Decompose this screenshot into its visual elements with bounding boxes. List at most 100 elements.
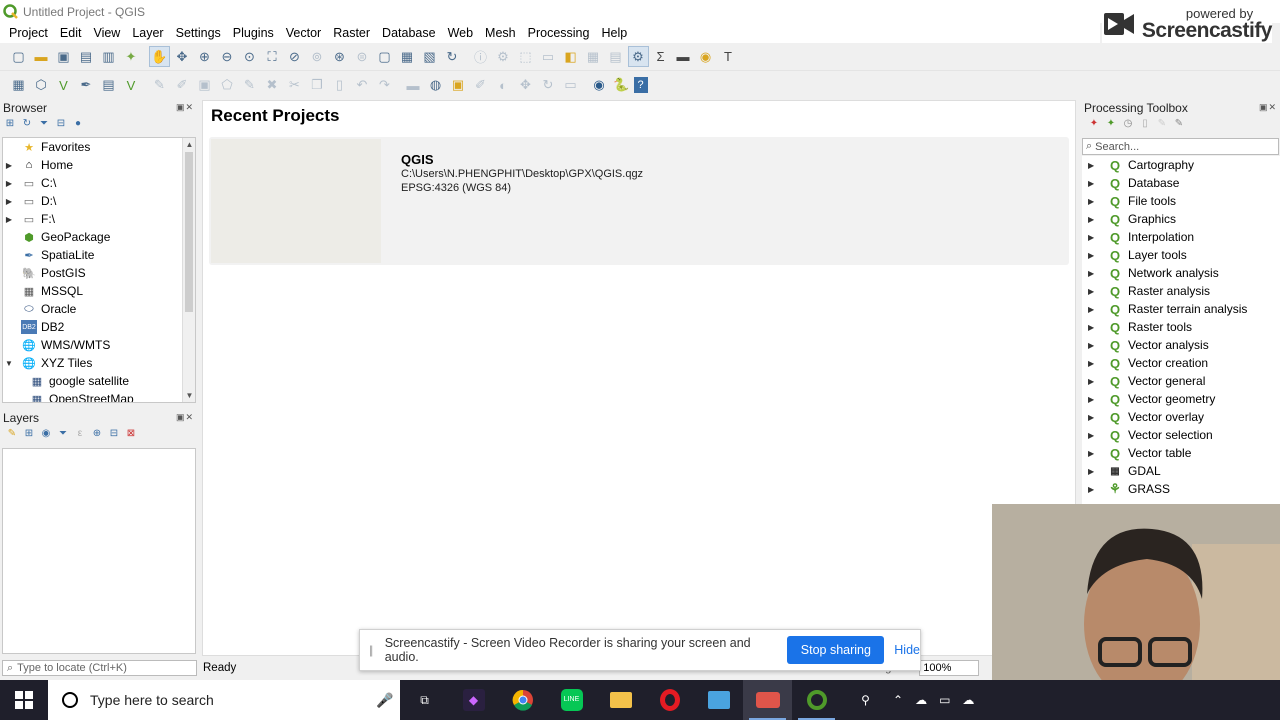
digitize-icon[interactable]: ⬠	[217, 75, 238, 96]
add-group-icon[interactable]: ⊞	[23, 428, 35, 440]
add-selected-layers-icon[interactable]: ⊞	[4, 118, 16, 130]
browser-item-wms-wmts[interactable]: 🌐WMS/WMTS	[3, 336, 195, 354]
filter-expression-icon[interactable]: ε	[74, 428, 86, 440]
new-shapefile-layer-icon[interactable]: V	[53, 75, 74, 96]
toolbox-item-grass[interactable]: ▶⚘GRASS	[1082, 480, 1280, 498]
file-explorer-icon[interactable]	[596, 680, 645, 720]
models-icon[interactable]: ✦	[1088, 118, 1100, 130]
browser-item-mssql[interactable]: ▦MSSQL	[3, 282, 195, 300]
browser-float-close-icon[interactable]: ▣✕	[176, 102, 194, 113]
remove-layer-icon[interactable]: ⊠	[125, 428, 137, 440]
new-virtual-layer-icon[interactable]: V	[121, 75, 142, 96]
new-map-view-icon[interactable]: ▢	[374, 46, 395, 67]
menu-view[interactable]: View	[87, 26, 126, 40]
browser-item-d-drive[interactable]: ▶▭D:\	[3, 192, 195, 210]
field-calculator-icon[interactable]: ▤	[605, 46, 626, 67]
style-manager-icon[interactable]: ✦	[121, 46, 142, 67]
remote-desktop-icon[interactable]	[694, 680, 743, 720]
menu-help[interactable]: Help	[595, 26, 633, 40]
data-source-manager-icon[interactable]: ▦	[8, 75, 29, 96]
refresh-browser-icon[interactable]: ↻	[21, 118, 33, 130]
microphone-icon[interactable]: 🎤	[370, 692, 400, 709]
browser-item-google-satellite[interactable]: ▦google satellite	[3, 372, 195, 390]
toolbox-item-raster-analysis[interactable]: ▶QRaster analysis	[1082, 282, 1280, 300]
toolbox-item-vector-selection[interactable]: ▶QVector selection	[1082, 426, 1280, 444]
toolbox-item-vector-analysis[interactable]: ▶QVector analysis	[1082, 336, 1280, 354]
change-label-icon[interactable]: ▭	[560, 75, 581, 96]
bookmark-icon[interactable]: ▧	[419, 46, 440, 67]
measure-icon[interactable]: ▬	[673, 46, 694, 67]
toolbox-item-raster-terrain-analysis[interactable]: ▶QRaster terrain analysis	[1082, 300, 1280, 318]
browser-item-xyz-tiles[interactable]: ▼🌐XYZ Tiles	[3, 354, 195, 372]
history-icon[interactable]: ◷	[1122, 118, 1134, 130]
collapse-layers-icon[interactable]: ⊟	[108, 428, 120, 440]
browser-item-c-drive[interactable]: ▶▭C:\	[3, 174, 195, 192]
toolbox-search-input[interactable]: ⌕ Search...	[1082, 138, 1279, 155]
task-view-icon[interactable]: ⧉	[400, 680, 449, 720]
browser-item-db2[interactable]: DB2DB2	[3, 318, 195, 336]
scroll-thumb[interactable]	[185, 152, 193, 312]
move-label-icon[interactable]: ✥	[515, 75, 536, 96]
toolbox-item-raster-tools[interactable]: ▶QRaster tools	[1082, 318, 1280, 336]
browser-item-postgis[interactable]: 🐘PostGIS	[3, 264, 195, 282]
menu-mesh[interactable]: Mesh	[479, 26, 522, 40]
rotate-label-icon[interactable]: ↻	[538, 75, 559, 96]
options-icon[interactable]: ✎	[1173, 118, 1185, 130]
toolbox-item-vector-general[interactable]: ▶QVector general	[1082, 372, 1280, 390]
screencastify-app-icon[interactable]	[743, 680, 792, 720]
pin-labels-icon[interactable]: ✐	[470, 75, 491, 96]
highlight-labels-icon[interactable]: ▣	[448, 75, 469, 96]
new-geopackage-layer-icon[interactable]: ⬡	[31, 75, 52, 96]
refresh-icon[interactable]: ↻	[442, 46, 463, 67]
locator-search[interactable]: ⌕ Type to locate (Ctrl+K)	[2, 660, 197, 676]
help-contents-icon[interactable]: ?	[634, 77, 648, 93]
zoom-last-icon[interactable]: ⊛	[329, 46, 350, 67]
toolbox-item-layer-tools[interactable]: ▶QLayer tools	[1082, 246, 1280, 264]
toolbox-item-vector-table[interactable]: ▶QVector table	[1082, 444, 1280, 462]
filter-browser-icon[interactable]: ⏷	[38, 118, 50, 130]
toolbox-item-network-analysis[interactable]: ▶QNetwork analysis	[1082, 264, 1280, 282]
alien-app-icon[interactable]: ◆	[449, 680, 498, 720]
browser-item-spatialite[interactable]: ✒SpatiaLite	[3, 246, 195, 264]
vertex-tool-icon[interactable]: ✎	[239, 75, 260, 96]
onedrive-icon[interactable]: ☁	[915, 693, 927, 707]
select-value-icon[interactable]: ▭	[538, 46, 559, 67]
attribute-table-icon[interactable]: ▦	[583, 46, 604, 67]
menu-plugins[interactable]: Plugins	[227, 26, 280, 40]
current-edits-icon[interactable]: ✎	[149, 75, 170, 96]
python-console-icon[interactable]: 🐍	[611, 75, 632, 96]
toolbox-item-vector-overlay[interactable]: ▶QVector overlay	[1082, 408, 1280, 426]
save-edits-icon[interactable]: ▣	[194, 75, 215, 96]
filter-legend-icon[interactable]: ⏷	[57, 428, 69, 440]
cut-icon[interactable]: ✂	[284, 75, 305, 96]
run-action-icon[interactable]: ⚙	[493, 46, 514, 67]
browser-item-geopackage[interactable]: ⬢GeoPackage	[3, 228, 195, 246]
toolbox-item-vector-geometry[interactable]: ▶QVector geometry	[1082, 390, 1280, 408]
opera-icon[interactable]	[645, 680, 694, 720]
toolbox-item-graphics[interactable]: ▶QGraphics	[1082, 210, 1280, 228]
drag-handle-icon[interactable]: ||	[369, 643, 379, 657]
stop-sharing-button[interactable]: Stop sharing	[787, 636, 884, 664]
menu-layer[interactable]: Layer	[126, 26, 169, 40]
chrome-icon[interactable]	[498, 680, 547, 720]
menu-web[interactable]: Web	[442, 26, 479, 40]
layer-labeling-icon[interactable]: ◍	[425, 75, 446, 96]
expand-all-icon[interactable]: ⊕	[91, 428, 103, 440]
properties-icon[interactable]: ●	[72, 118, 84, 130]
pan-to-selection-icon[interactable]: ✥	[172, 46, 193, 67]
zoom-layer-icon[interactable]: ⊚	[307, 46, 328, 67]
taskbar-search[interactable]: Type here to search 🎤	[48, 680, 400, 720]
menu-vector[interactable]: Vector	[280, 26, 327, 40]
toggle-editing-icon[interactable]: ✐	[172, 75, 193, 96]
recent-project-card[interactable]: QGIS C:\Users\N.PHENGPHIT\Desktop\GPX\QG…	[209, 137, 1069, 265]
zoom-out-icon[interactable]: ⊖	[217, 46, 238, 67]
zoom-in-icon[interactable]: ⊕	[194, 46, 215, 67]
hide-button[interactable]: Hide	[894, 643, 920, 657]
browser-item-f-drive[interactable]: ▶▭F:\	[3, 210, 195, 228]
toolbox-item-database[interactable]: ▶QDatabase	[1082, 174, 1280, 192]
edit-features-inplace-icon[interactable]: ✎	[1156, 118, 1168, 130]
browser-scrollbar[interactable]: ▲ ▼	[182, 138, 195, 402]
menu-settings[interactable]: Settings	[170, 26, 227, 40]
identify-icon[interactable]: ⓘ	[470, 46, 491, 67]
globe-plugin-icon[interactable]: ◉	[589, 75, 610, 96]
